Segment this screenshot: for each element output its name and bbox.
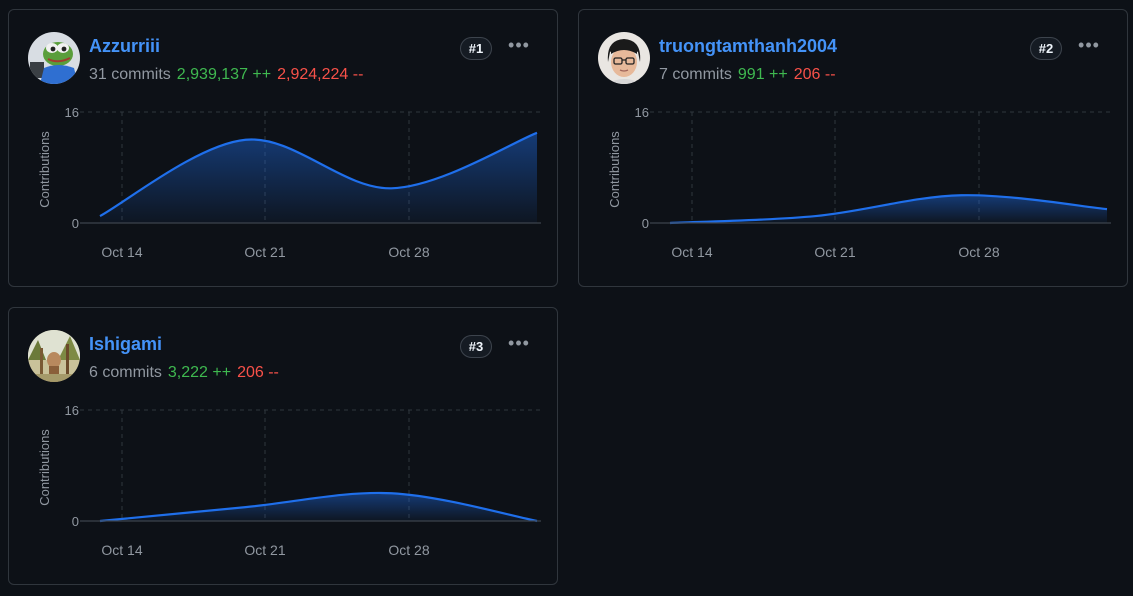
contributor-username[interactable]: Azzurriii bbox=[89, 36, 160, 57]
contributor-stats: 6 commits 3,222 ++ 206 -- bbox=[89, 364, 279, 382]
x-tick-label: Oct 21 bbox=[244, 542, 285, 558]
contributor-card: truongtamthanh2004 7 commits 991 ++ 206 --… bbox=[578, 9, 1128, 287]
contributor-username[interactable]: Ishigami bbox=[89, 334, 162, 355]
contributions-area bbox=[100, 132, 537, 223]
additions-count: 2,939,137 ++ bbox=[176, 66, 272, 83]
deletions-count: 206 -- bbox=[237, 364, 279, 381]
x-tick-label: Oct 28 bbox=[388, 244, 429, 260]
commit-count-link[interactable]: 6 commits bbox=[89, 364, 162, 381]
additions-count: 3,222 ++ bbox=[167, 364, 232, 381]
y-tick-label: 16 bbox=[65, 403, 79, 418]
additions-count: 991 ++ bbox=[737, 66, 788, 83]
x-tick-label: Oct 21 bbox=[814, 244, 855, 260]
deletions-count: 206 -- bbox=[793, 66, 836, 83]
commit-count-link[interactable]: 31 commits bbox=[89, 66, 171, 83]
contributions-chart: 16 0 Contributions Oct 14 Oct 21 Oct 28 bbox=[37, 403, 541, 558]
y-tick-label: 0 bbox=[72, 514, 79, 529]
x-tick-label: Oct 28 bbox=[388, 542, 429, 558]
contributions-chart: 16 0 Contributions Oct 14 Oct 21 Oct 28 bbox=[607, 105, 1111, 260]
more-options-icon[interactable]: ••• bbox=[507, 334, 531, 358]
y-axis-label: Contributions bbox=[37, 429, 52, 506]
contributor-stats: 7 commits 991 ++ 206 -- bbox=[659, 66, 836, 84]
x-tick-label: Oct 14 bbox=[671, 244, 712, 260]
x-tick-label: Oct 14 bbox=[101, 542, 142, 558]
y-axis-label: Contributions bbox=[37, 131, 52, 208]
y-tick-label: 16 bbox=[65, 105, 79, 120]
contributions-area bbox=[670, 195, 1107, 223]
forest-avatar-icon[interactable] bbox=[28, 330, 80, 382]
contributor-card: Ishigami 6 commits 3,222 ++ 206 -- #3 ••• … bbox=[8, 307, 558, 585]
commit-count-link[interactable]: 7 commits bbox=[659, 66, 732, 83]
rank-badge: #3 bbox=[460, 335, 492, 358]
y-tick-label: 0 bbox=[642, 216, 649, 231]
x-tick-label: Oct 21 bbox=[244, 244, 285, 260]
deletions-count: 2,924,224 -- bbox=[277, 66, 364, 83]
x-tick-label: Oct 14 bbox=[101, 244, 142, 260]
contributor-card: Azzurriii 31 commits 2,939,137 ++ 2,924,22… bbox=[8, 9, 558, 287]
y-tick-label: 0 bbox=[72, 216, 79, 231]
y-tick-label: 16 bbox=[635, 105, 649, 120]
rank-badge: #1 bbox=[460, 37, 492, 60]
y-axis-label: Contributions bbox=[607, 131, 622, 208]
more-options-icon[interactable]: ••• bbox=[507, 36, 531, 60]
contributor-username[interactable]: truongtamthanh2004 bbox=[659, 36, 837, 57]
contributor-stats: 31 commits 2,939,137 ++ 2,924,224 -- bbox=[89, 66, 363, 84]
more-options-icon[interactable]: ••• bbox=[1077, 36, 1101, 60]
x-tick-label: Oct 28 bbox=[958, 244, 999, 260]
frog-avatar-icon[interactable] bbox=[28, 32, 80, 84]
person-avatar-icon[interactable] bbox=[598, 32, 650, 84]
rank-badge: #2 bbox=[1030, 37, 1062, 60]
contributions-chart: 16 0 Contributions Oct 14 Oct 21 Oct 28 bbox=[37, 105, 541, 260]
